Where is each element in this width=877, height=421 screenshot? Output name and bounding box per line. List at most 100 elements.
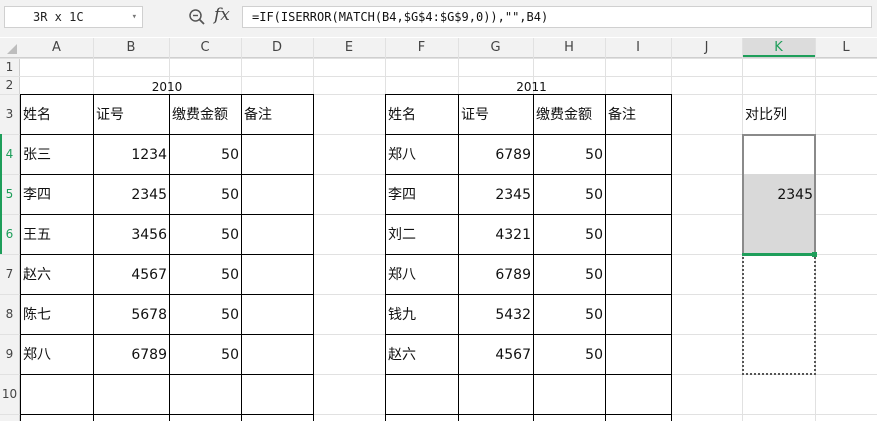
table-2011-id-cell[interactable]: 4567: [458, 334, 533, 374]
table-2011-header-cell[interactable]: 姓名: [385, 94, 458, 134]
table-2011-name-cell[interactable]: 刘二: [385, 214, 458, 254]
column-header[interactable]: B: [93, 38, 169, 57]
table-2010-name-cell[interactable]: 李四: [20, 174, 93, 214]
row-header[interactable]: 4: [0, 134, 19, 174]
table-2010-amount-cell[interactable]: 50: [169, 334, 241, 374]
table-2010-id-cell[interactable]: 5678: [93, 294, 169, 334]
table-2010-header-cell[interactable]: 缴费金额: [169, 94, 241, 134]
table-2010-border-h: [20, 374, 314, 375]
table-2011-border-v: [605, 94, 606, 421]
table-2011-border-h: [385, 94, 672, 95]
table-2011-id-cell[interactable]: 6789: [458, 254, 533, 294]
spreadsheet-grid[interactable]: A B C D E F G H I J K L 1 2 3 4 5 6 7 8 9 10 2010 姓名 证号 缴费金额 备注 张三 1…: [0, 0, 877, 421]
table-2010-name-cell[interactable]: 张三: [20, 134, 93, 174]
table-2011-name-cell[interactable]: 钱九: [385, 294, 458, 334]
table-2010-header-cell[interactable]: 证号: [93, 94, 169, 134]
column-header[interactable]: J: [671, 38, 742, 57]
table-2011-amount-cell[interactable]: 50: [533, 174, 605, 214]
table-2010-note-cell[interactable]: [241, 294, 313, 334]
row-header[interactable]: 9: [0, 334, 19, 374]
table-2010-name-cell[interactable]: 郑八: [20, 334, 93, 374]
row-header[interactable]: 10: [0, 374, 19, 414]
row-header-active-marker: [0, 174, 2, 214]
table-2010-id-cell[interactable]: 2345: [93, 174, 169, 214]
column-header[interactable]: H: [533, 38, 605, 57]
fill-handle[interactable]: [812, 252, 817, 257]
table-2010-amount-cell[interactable]: 50: [169, 134, 241, 174]
table-2011-border-h: [385, 254, 672, 255]
table-2011-id-cell[interactable]: 2345: [458, 174, 533, 214]
column-header[interactable]: F: [385, 38, 458, 57]
column-header[interactable]: C: [169, 38, 241, 57]
table-2011-header-cell[interactable]: 备注: [605, 94, 671, 134]
table-2010-border-h: [20, 174, 314, 175]
table-2011-border-h: [385, 174, 672, 175]
table-2011-note-cell[interactable]: [605, 294, 671, 334]
table-2010-border-h: [20, 134, 314, 135]
table-2011-name-cell[interactable]: 郑八: [385, 134, 458, 174]
table-2010-note-cell[interactable]: [241, 334, 313, 374]
table-2010-name-cell[interactable]: 王五: [20, 214, 93, 254]
table-2010-note-cell[interactable]: [241, 174, 313, 214]
table-2011-amount-cell[interactable]: 50: [533, 214, 605, 254]
table-2010-name-cell[interactable]: 陈七: [20, 294, 93, 334]
table-2010-border-v: [93, 94, 94, 421]
table-2011-amount-cell[interactable]: 50: [533, 254, 605, 294]
table-2011-amount-cell[interactable]: 50: [533, 334, 605, 374]
table-2010-id-cell[interactable]: 3456: [93, 214, 169, 254]
column-header[interactable]: K: [742, 38, 815, 57]
row-header[interactable]: 3: [0, 94, 19, 134]
table-2010-border-v: [20, 94, 21, 421]
select-all-icon[interactable]: [7, 44, 17, 54]
table-2010-header-cell[interactable]: 备注: [241, 94, 313, 134]
table-2011-amount-cell[interactable]: 50: [533, 134, 605, 174]
table-2011-note-cell[interactable]: [605, 174, 671, 214]
table-2011-amount-cell[interactable]: 50: [533, 294, 605, 334]
column-header[interactable]: I: [605, 38, 671, 57]
column-header[interactable]: D: [241, 38, 313, 57]
table-2011-border-h: [385, 134, 672, 135]
compare-header-cell[interactable]: 对比列: [742, 94, 815, 134]
table-2011-header-cell[interactable]: 缴费金额: [533, 94, 605, 134]
table-2010-header-cell[interactable]: 姓名: [20, 94, 93, 134]
table-2010-name-cell[interactable]: 赵六: [20, 254, 93, 294]
table-2011-header-cell[interactable]: 证号: [458, 94, 533, 134]
table-2010-amount-cell[interactable]: 50: [169, 254, 241, 294]
column-header[interactable]: A: [20, 38, 93, 57]
table-2010-id-cell[interactable]: 1234: [93, 134, 169, 174]
row-header[interactable]: 8: [0, 294, 19, 334]
table-2011-name-cell[interactable]: 赵六: [385, 334, 458, 374]
row-header[interactable]: 1: [0, 58, 19, 76]
table-2010-amount-cell[interactable]: 50: [169, 174, 241, 214]
table-2010-amount-cell[interactable]: 50: [169, 294, 241, 334]
table-2010-note-cell[interactable]: [241, 254, 313, 294]
table-2011-id-cell[interactable]: 5432: [458, 294, 533, 334]
compare-copy-marquee: [742, 254, 816, 375]
table-2010-note-cell[interactable]: [241, 134, 313, 174]
table-2011-year-label: 2011: [516, 80, 547, 94]
row-header[interactable]: 5: [0, 174, 19, 214]
row-header[interactable]: 7: [0, 254, 19, 294]
table-2010-border-h: [20, 334, 314, 335]
column-header[interactable]: L: [815, 38, 877, 57]
table-2010-border-v: [169, 94, 170, 421]
table-2010-id-cell[interactable]: 4567: [93, 254, 169, 294]
table-2011-name-cell[interactable]: 郑八: [385, 254, 458, 294]
table-2011-note-cell[interactable]: [605, 134, 671, 174]
table-2011-note-cell[interactable]: [605, 254, 671, 294]
row-header-active-marker: [0, 134, 2, 174]
column-header[interactable]: E: [313, 38, 385, 57]
table-2010-amount-cell[interactable]: 50: [169, 214, 241, 254]
fill-handle-line: [742, 253, 815, 256]
table-2011-id-cell[interactable]: 6789: [458, 134, 533, 174]
table-2010-id-cell[interactable]: 6789: [93, 334, 169, 374]
table-2011-id-cell[interactable]: 4321: [458, 214, 533, 254]
row-header[interactable]: 2: [0, 76, 19, 94]
table-2011-name-cell[interactable]: 李四: [385, 174, 458, 214]
row-header[interactable]: 6: [0, 214, 19, 254]
table-2011-border-v: [533, 94, 534, 421]
table-2011-note-cell[interactable]: [605, 214, 671, 254]
column-header[interactable]: G: [458, 38, 533, 57]
table-2010-note-cell[interactable]: [241, 214, 313, 254]
table-2011-note-cell[interactable]: [605, 334, 671, 374]
